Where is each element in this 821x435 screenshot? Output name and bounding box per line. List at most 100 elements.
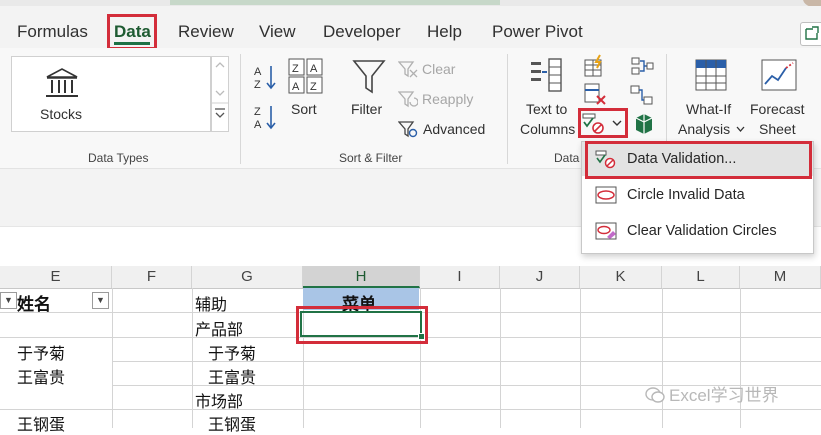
gallery-scroll-arrows-icon (212, 62, 228, 118)
group-separator (507, 54, 508, 164)
chevron-down-icon (736, 126, 745, 132)
stocks-label: Stocks (40, 106, 83, 122)
grid-line (0, 409, 821, 410)
what-if-analysis-button[interactable]: What-If Analysis (676, 56, 748, 140)
remove-duplicates-icon[interactable] (583, 82, 607, 106)
sort-z-to-a-icon[interactable]: Z A (254, 104, 278, 130)
data-types-gallery: Stocks (11, 56, 211, 132)
reapply-button[interactable]: Reapply (398, 88, 488, 110)
cell-g-name[interactable]: 王钢蛋 (208, 411, 256, 435)
manage-data-model-icon[interactable] (633, 112, 655, 136)
group-label-data-types: Data Types (88, 151, 149, 165)
stocks-bank-icon (46, 68, 78, 97)
grid-line (662, 288, 663, 428)
cell-e-name[interactable]: 王钢蛋 (17, 411, 65, 435)
column-header-e[interactable]: E (0, 266, 112, 288)
svg-text:A: A (254, 119, 262, 130)
menu-item-circle-invalid-data[interactable]: Circle Invalid Data (582, 178, 813, 212)
cell-e-header[interactable]: 姓名 (17, 290, 51, 315)
consolidate-icon[interactable] (630, 56, 654, 78)
what-if-label-2: Analysis (678, 121, 731, 137)
clear-filter-button[interactable]: Clear (398, 58, 468, 80)
filter-button[interactable]: Filter (348, 56, 390, 122)
title-strip-highlight (170, 0, 500, 5)
svg-text:Z: Z (254, 79, 261, 90)
column-header-i[interactable]: I (420, 266, 500, 288)
forecast-sheet-icon (761, 59, 797, 91)
gallery-scroller[interactable] (211, 56, 229, 132)
advanced-label: Advanced (423, 121, 486, 137)
cell-g-name[interactable]: 于予菊 (208, 340, 256, 364)
tab-power-pivot[interactable]: Power Pivot (492, 22, 583, 42)
watermark: Excel学习世界 (645, 381, 779, 406)
sort-label: Sort (291, 101, 317, 117)
tab-developer[interactable]: Developer (323, 22, 401, 42)
group-separator (240, 54, 241, 164)
what-if-label-1: What-If (686, 101, 732, 117)
text-to-columns-icon (531, 58, 562, 92)
svg-text:A: A (292, 81, 300, 93)
menu-item-clear-validation-circles[interactable]: Clear Validation Circles (582, 214, 813, 248)
cell-e-name[interactable]: 于予菊 (17, 340, 65, 364)
what-if-analysis-icon (695, 59, 727, 91)
filter-dropdown-button[interactable]: ▼ (92, 292, 109, 309)
filter-dropdown-button[interactable]: ▼ (0, 292, 17, 309)
sort-icon: Z A A Z (288, 58, 323, 94)
data-validation-highlight-box (578, 108, 628, 138)
grid-line (580, 288, 581, 428)
grid-line (112, 288, 113, 428)
group-label-sort-filter: Sort & Filter (339, 151, 403, 165)
column-header-k[interactable]: K (580, 266, 662, 288)
text-to-columns-label-1: Text to (526, 101, 568, 117)
reapply-label: Reapply (422, 91, 474, 107)
column-header-j[interactable]: J (500, 266, 580, 288)
column-header-h[interactable]: H (303, 266, 420, 288)
share-icon (805, 26, 819, 40)
advanced-filter-icon (398, 121, 418, 138)
sort-a-to-z-icon[interactable]: A Z (254, 64, 278, 90)
stocks-button[interactable]: Stocks (12, 57, 112, 131)
cell-g-dept-marketing[interactable]: 市场部 (195, 388, 243, 412)
menu-item-highlight-box (585, 141, 812, 179)
watermark-text: Excel学习世界 (669, 386, 779, 405)
tab-view[interactable]: View (259, 22, 296, 42)
column-header-row: E F G H I J K L M (0, 266, 821, 289)
share-button[interactable] (800, 22, 821, 46)
cell-e-name[interactable]: 王富贵 (17, 364, 65, 388)
tab-help[interactable]: Help (427, 22, 462, 42)
relationships-icon[interactable] (630, 84, 654, 106)
sort-button[interactable]: Z A A Z Sort (284, 56, 326, 122)
clear-validation-circles-icon (595, 222, 617, 240)
svg-text:Z: Z (292, 63, 299, 75)
forecast-label-2: Sheet (759, 121, 796, 137)
advanced-filter-button[interactable]: Advanced (398, 118, 498, 140)
column-header-f[interactable]: F (112, 266, 192, 288)
text-to-columns-button[interactable]: Text to Columns (516, 56, 576, 140)
filter-funnel-icon (352, 60, 386, 94)
active-cell-highlight-box (296, 306, 428, 344)
clear-label: Clear (422, 61, 456, 77)
svg-text:Z: Z (310, 81, 317, 93)
column-header-m[interactable]: M (740, 266, 821, 288)
column-header-l[interactable]: L (662, 266, 740, 288)
menu-item-label: Clear Validation Circles (627, 223, 777, 239)
svg-text:A: A (310, 63, 318, 75)
cell-g-name[interactable]: 王富贵 (208, 364, 256, 388)
grid-line (740, 288, 741, 428)
flash-fill-icon[interactable] (583, 54, 607, 78)
clear-filter-icon (398, 61, 418, 78)
circle-invalid-data-icon (595, 186, 617, 204)
column-header-g[interactable]: G (192, 266, 303, 288)
wechat-icon (645, 387, 665, 403)
forecast-label-1: Forecast (750, 101, 805, 117)
cell-g-dept-product[interactable]: 产品部 (195, 316, 243, 340)
menu-item-label: Circle Invalid Data (627, 187, 745, 203)
tab-review[interactable]: Review (178, 22, 234, 42)
reapply-icon (398, 91, 418, 108)
group-label-data-tools: Data (554, 151, 580, 165)
cell-g-header[interactable]: 辅助 (195, 291, 227, 315)
text-to-columns-label-2: Columns (520, 121, 576, 137)
filter-label: Filter (351, 101, 383, 117)
forecast-sheet-button[interactable]: Forecast Sheet (748, 56, 814, 140)
tab-formulas[interactable]: Formulas (17, 22, 88, 42)
